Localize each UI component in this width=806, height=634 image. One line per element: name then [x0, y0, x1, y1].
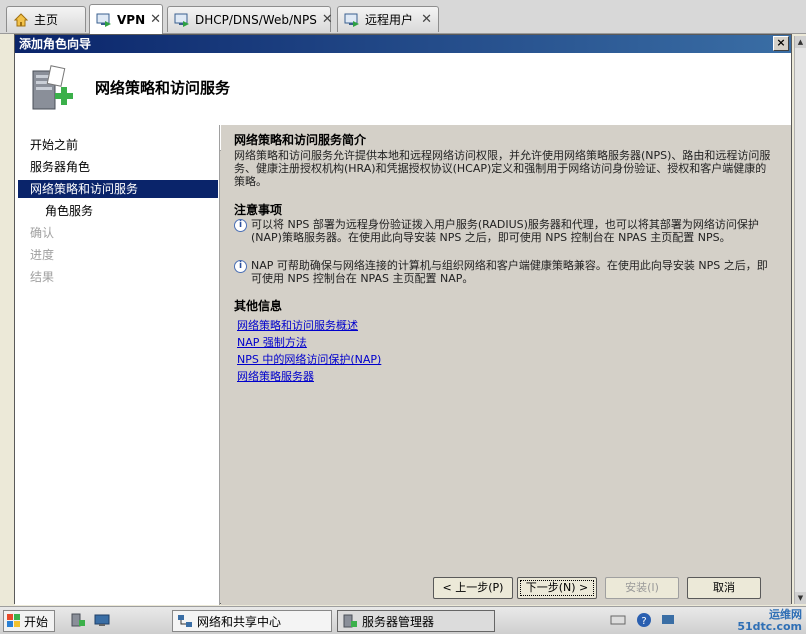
start-button[interactable]: 开始 [3, 610, 55, 632]
cancel-button[interactable]: 取消 [687, 577, 761, 599]
window-close-button[interactable]: × [773, 36, 789, 51]
start-label: 开始 [24, 614, 49, 629]
server-manager-quicklaunch-icon[interactable] [70, 612, 86, 628]
notes-heading: 注意事项 [234, 203, 283, 217]
info-icon: i [234, 219, 247, 232]
note-item: i NAP 可帮助确保与网络连接的计算机与组织网络和客户端健康策略兼容。在使用此… [234, 259, 774, 285]
taskbar-item-label: 服务器管理器 [362, 614, 435, 629]
windows-logo-icon [7, 614, 20, 627]
taskbar-item-label: 网络和共享中心 [197, 614, 282, 629]
monitor-icon [344, 13, 359, 27]
step-before-you-begin[interactable]: 开始之前 [18, 136, 218, 154]
step-npas[interactable]: 网络策略和访问服务 [18, 180, 218, 198]
wizard-step-list: 开始之前 服务器角色 网络策略和访问服务 角色服务 确认 进度 结果 [15, 125, 220, 605]
taskbar-item-network-center[interactable]: 网络和共享中心 [172, 610, 332, 632]
session-tab-strip: 主页 VPN ✕ DHCP/DNS/Web/NPS ✕ 远程用户 ✕ [0, 0, 806, 34]
intro-heading: 网络策略和访问服务简介 [234, 133, 367, 147]
step-results: 结果 [30, 270, 55, 284]
tab-label: 主页 [34, 13, 59, 27]
server-role-icon [32, 65, 73, 110]
window-titlebar[interactable]: 添加角色向导 × [15, 35, 791, 53]
monitor-icon [174, 13, 189, 27]
link-npas-overview[interactable]: 网络策略和访问服务概述 [237, 317, 358, 333]
link-nap-in-nps[interactable]: NPS 中的网络访问保护(NAP) [237, 351, 381, 367]
intro-text: 网络策略和访问服务允许提供本地和远程网络访问权限，并允许使用网络策略服务器(NP… [234, 149, 771, 188]
step-progress: 进度 [30, 248, 55, 262]
help-icon[interactable]: ? [636, 612, 652, 628]
wizard-content: 网络策略和访问服务简介 网络策略和访问服务允许提供本地和远程网络访问权限，并允许… [221, 125, 791, 605]
vertical-scrollbar[interactable]: ▲ ▼ [794, 36, 806, 604]
taskbar: 开始 网络和共享中心 服务器管理器 ? 运维网 51dtc.com [0, 606, 806, 634]
home-icon [13, 12, 29, 26]
vpn-icon [96, 13, 111, 27]
show-desktop-icon[interactable] [94, 612, 110, 628]
step-server-roles[interactable]: 服务器角色 [18, 158, 218, 176]
network-tray-icon[interactable] [660, 612, 676, 628]
link-nap-enforcement[interactable]: NAP 强制方法 [237, 334, 307, 350]
next-button[interactable]: 下一步(N) > [517, 577, 597, 599]
server-manager-icon [343, 614, 357, 628]
note-text: 可以将 NPS 部署为远程身份验证拨入用户服务(RADIUS)服务器和代理，也可… [251, 218, 759, 244]
site-watermark: 运维网 51dtc.com [737, 609, 802, 633]
add-roles-wizard-window: 添加角色向导 × 网络策略和访问服务 开始之前 服务器角色 网络策略和访问服务 … [14, 34, 792, 605]
note-text: NAP 可帮助确保与网络连接的计算机与组织网络和客户端健康策略兼容。在使用此向导… [251, 259, 768, 285]
scroll-up-icon[interactable]: ▲ [795, 36, 806, 48]
back-button[interactable]: < 上一步(P) [433, 577, 513, 599]
tab-label: 远程用户 [365, 13, 414, 27]
info-heading: 其他信息 [234, 299, 283, 313]
keyboard-icon[interactable] [610, 612, 626, 628]
tab-label: VPN [117, 12, 146, 27]
tab-close-icon[interactable]: ✕ [150, 12, 161, 27]
install-button: 安装(I) [605, 577, 679, 599]
scroll-down-icon[interactable]: ▼ [795, 592, 806, 604]
window-title: 添加角色向导 [19, 37, 92, 51]
link-nps[interactable]: 网络策略服务器 [237, 368, 314, 384]
taskbar-item-server-manager[interactable]: 服务器管理器 [337, 610, 495, 632]
tab-close-icon[interactable]: ✕ [322, 12, 333, 27]
info-icon: i [234, 260, 247, 273]
tab-label: DHCP/DNS/Web/NPS [195, 12, 317, 27]
tab-dhcp[interactable]: DHCP/DNS/Web/NPS ✕ [167, 6, 333, 32]
tab-remote-users[interactable]: 远程用户 ✕ [337, 6, 439, 32]
wizard-page-title: 网络策略和访问服务 [95, 79, 231, 97]
network-icon [178, 615, 192, 627]
tab-home[interactable]: 主页 [6, 6, 86, 32]
tab-vpn[interactable]: VPN ✕ [89, 4, 163, 34]
watermark-line2: 51dtc.com [737, 620, 802, 633]
tab-close-icon[interactable]: ✕ [421, 12, 432, 27]
step-role-services[interactable]: 角色服务 [18, 202, 218, 220]
note-item: i 可以将 NPS 部署为远程身份验证拨入用户服务(RADIUS)服务器和代理，… [234, 218, 774, 244]
svg-text:?: ? [641, 616, 646, 627]
step-confirmation: 确认 [30, 226, 55, 240]
